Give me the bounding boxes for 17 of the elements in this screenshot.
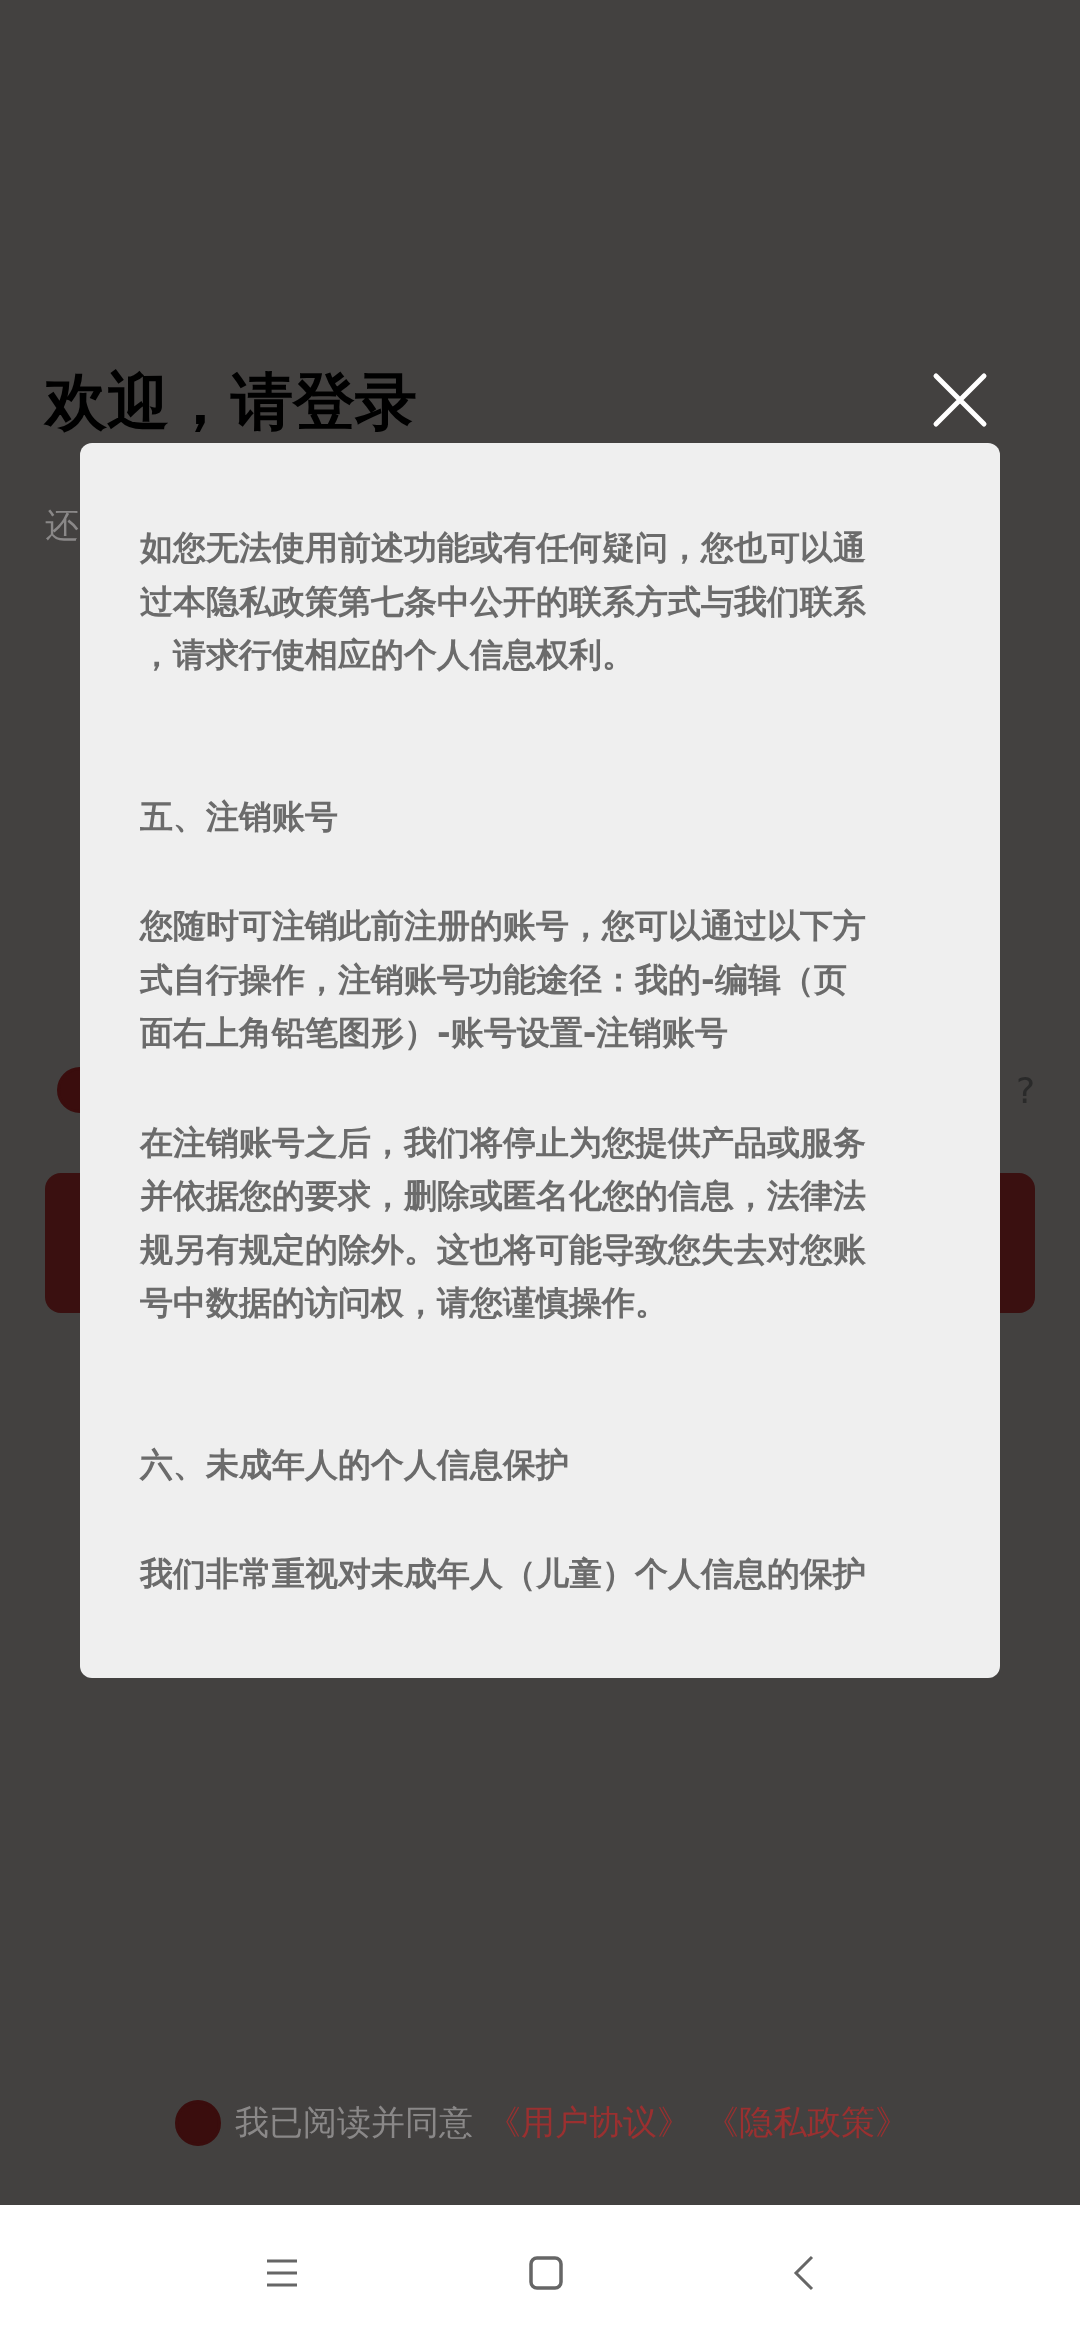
close-icon[interactable]	[932, 372, 988, 428]
policy-paragraph: 在注销账号之后，我们将停止为您提供产品或服务 并依据您的要求，删除或匿名化您的信息，法律法 规另有规定的除外。这也将可能导致您失去对您账 号中数据的访问权，请您谨慎操作。	[140, 1121, 867, 1324]
section-heading: 六、未成年人的个人信息保护	[140, 1443, 570, 1486]
policy-paragraph: 我们非常重视对未成年人（儿童）个人信息的保护	[140, 1553, 867, 1595]
subtitle-text: 还	[45, 504, 79, 547]
agreement-text: 我已阅读并同意	[235, 2101, 473, 2144]
policy-paragraph: 如您无法使用前述功能或有任何疑问，您也可以通 过本隐私政策第七条中公开的联系方式与我们联系 ，请求行使相应的个人信息权利。	[140, 527, 867, 676]
login-title: 欢迎，请登录	[45, 366, 417, 438]
agreement-link[interactable]: 《隐私政策》	[705, 2100, 909, 2146]
menu-icon[interactable]	[265, 2257, 299, 2288]
agreement-link[interactable]: 《用户协议》	[487, 2100, 691, 2146]
help-mark: ?	[1015, 1069, 1035, 1111]
home-icon[interactable]	[529, 2255, 563, 2290]
back-icon[interactable]	[793, 2254, 815, 2291]
section-heading: 五、注销账号	[140, 795, 339, 838]
agreement-checkbox[interactable]	[175, 2100, 221, 2146]
policy-paragraph: 您随时可注销此前注册的账号，您可以通过以下方 式自行操作，注销账号功能途径：我的-编辑（页 面右上角铅笔图形）-账号设置-注销账号	[140, 905, 867, 1054]
